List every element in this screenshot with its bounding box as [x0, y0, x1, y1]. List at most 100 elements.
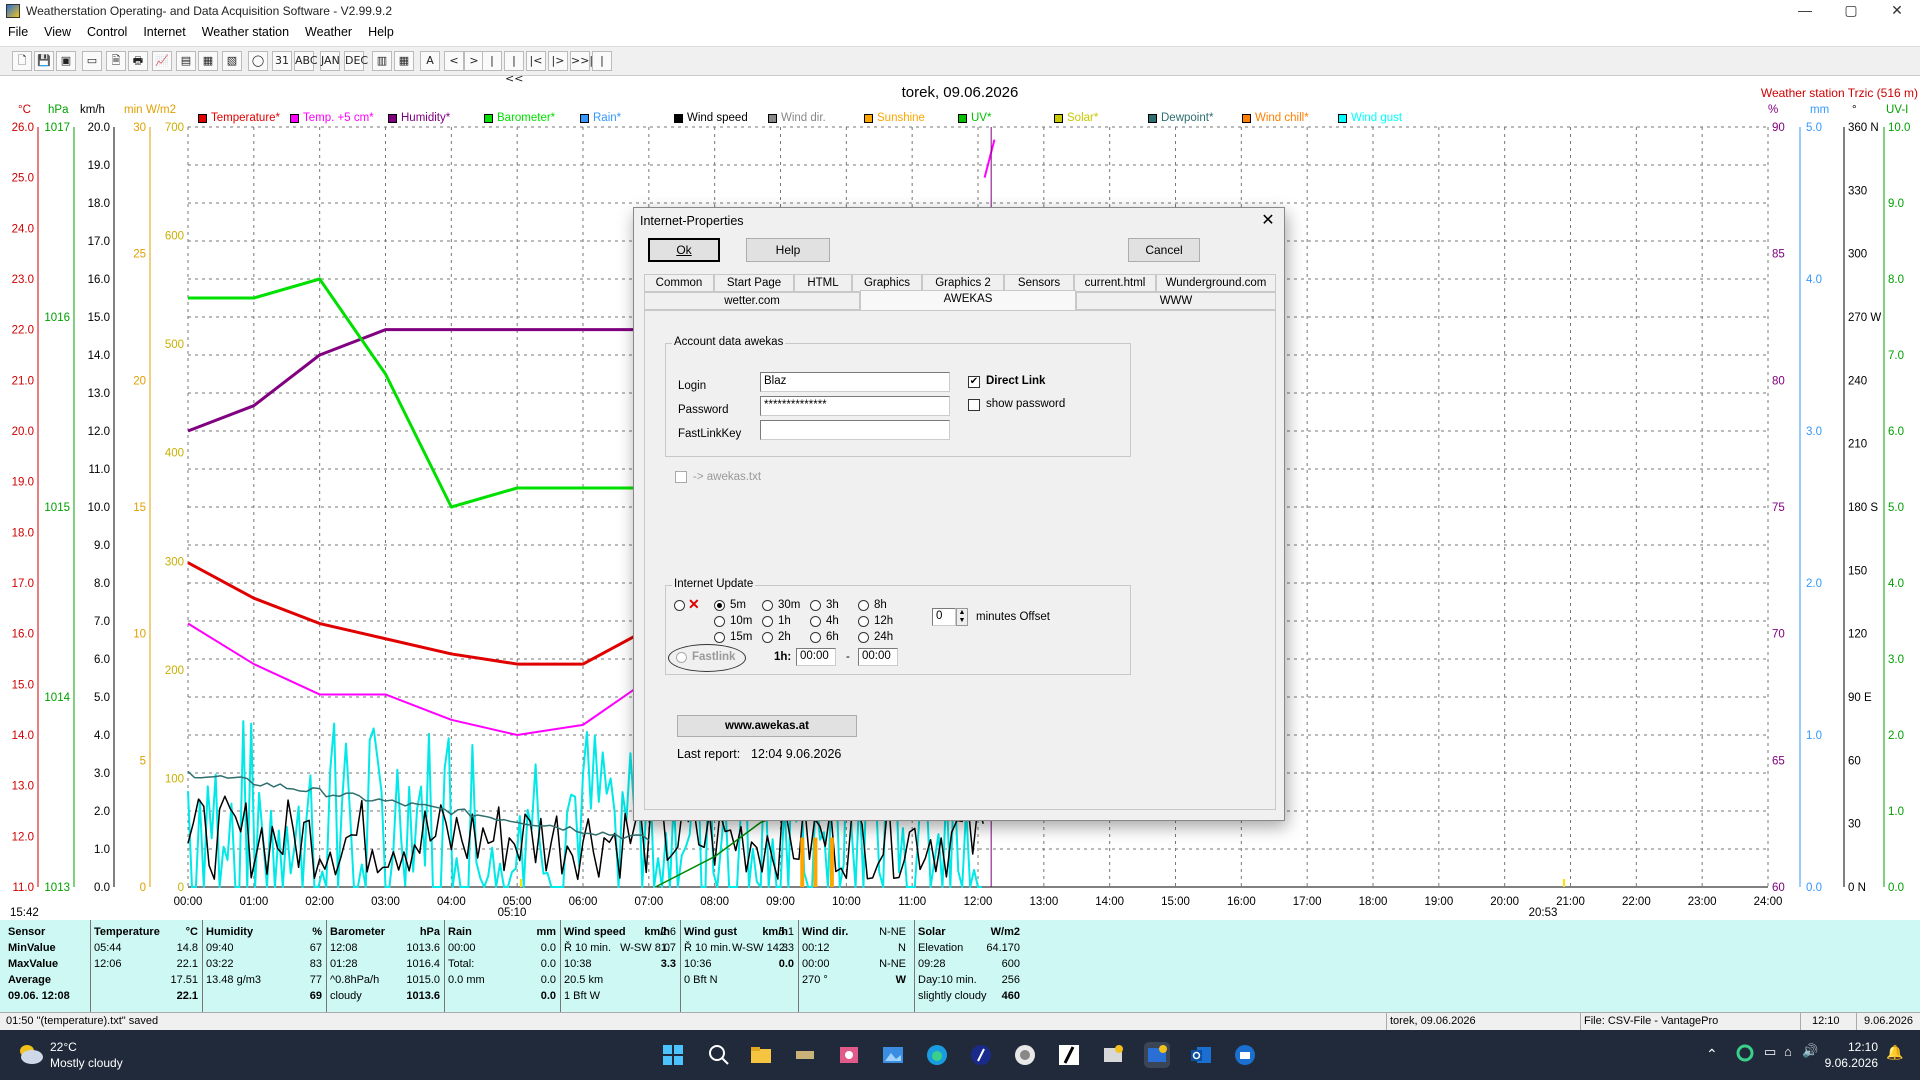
clock-date[interactable]: 9.06.2026 — [1818, 1056, 1878, 1070]
toolbar-new-icon[interactable]: 🗋 — [12, 51, 32, 71]
fastlink-radio[interactable] — [676, 652, 687, 663]
toolbar-print-icon[interactable]: 🖶 — [128, 51, 148, 71]
app-blue-icon[interactable] — [968, 1042, 994, 1068]
interval-1h-radio[interactable] — [762, 616, 773, 627]
toolbar-prev-icon[interactable]: < — [444, 51, 464, 71]
interval-3h-radio[interactable] — [810, 600, 821, 611]
minimize-button[interactable]: — — [1782, 0, 1828, 22]
help-button[interactable]: Help — [746, 238, 830, 262]
menu-weather-station[interactable]: Weather station — [194, 22, 297, 42]
toolbar-table-4-icon[interactable]: ▥ — [372, 51, 392, 71]
menu-file[interactable]: File — [0, 22, 36, 42]
interval-4h-radio[interactable] — [810, 616, 821, 627]
login-field[interactable]: Blaz — [760, 372, 950, 392]
photos-icon[interactable] — [880, 1042, 906, 1068]
menu-weather[interactable]: Weather — [297, 22, 360, 42]
tab-wunderground[interactable]: Wunderground.com — [1156, 274, 1276, 292]
toolbar-bar-2-icon[interactable]: | — [592, 51, 612, 71]
no-update-radio[interactable] — [674, 600, 685, 611]
toolbar-forward-icon[interactable]: |> — [548, 51, 568, 71]
interval-12h-radio[interactable] — [858, 616, 869, 627]
tab-www[interactable]: WWW — [1076, 292, 1276, 310]
display-icon[interactable]: ▭ — [1764, 1044, 1776, 1060]
clock-time[interactable]: 12:10 — [1834, 1040, 1878, 1054]
toolbar-table-1-icon[interactable]: ▤ — [176, 51, 196, 71]
ok-button[interactable]: Ok — [648, 238, 720, 262]
password-field[interactable]: ************** — [760, 396, 950, 416]
tab-current-html[interactable]: current.html — [1074, 274, 1156, 292]
photo-app-icon[interactable] — [836, 1042, 862, 1068]
toolbar-page-icon[interactable]: 🗎 — [106, 51, 126, 71]
toolbar-first-icon[interactable]: |<< — [504, 51, 524, 85]
interval-30m-radio[interactable] — [762, 600, 773, 611]
minutes-offset-input[interactable]: 0 — [932, 608, 956, 626]
toolbar-next-icon[interactable]: > — [464, 51, 484, 71]
toolbar-circle-icon[interactable]: ◯ — [248, 51, 268, 71]
toolbar-save-icon[interactable]: 💾 — [34, 51, 54, 71]
weatherstation-task-icon[interactable] — [1144, 1042, 1170, 1068]
app-weather-icon[interactable] — [1100, 1042, 1126, 1068]
time-from-input[interactable]: 00:00 — [796, 648, 836, 666]
interval-2h-radio[interactable] — [762, 632, 773, 643]
dialog-close-icon[interactable]: ✕ — [1258, 210, 1278, 230]
toolbar-table-3-icon[interactable]: ▧ — [222, 51, 242, 71]
file-explorer-icon[interactable] — [748, 1042, 774, 1068]
toolbar-properties-icon[interactable]: ▭ — [82, 51, 102, 71]
show-password-checkbox[interactable] — [968, 399, 980, 411]
start-icon[interactable] — [660, 1042, 686, 1068]
toolbar-table-5-icon[interactable]: ▦ — [394, 51, 414, 71]
tab-wetter-com[interactable]: wetter.com — [644, 292, 860, 310]
toolbar-back-icon[interactable]: |< — [526, 51, 546, 71]
menu-help[interactable]: Help — [360, 22, 402, 42]
outlook-icon[interactable] — [1188, 1042, 1214, 1068]
toolbar-day-31-icon[interactable]: 31 — [272, 51, 292, 71]
app-globe-icon[interactable] — [1012, 1042, 1038, 1068]
sync-icon[interactable] — [1736, 1044, 1754, 1065]
app-mail-icon[interactable] — [1232, 1042, 1258, 1068]
interval-24h-radio[interactable] — [858, 632, 869, 643]
weather-icon[interactable] — [16, 1042, 44, 1066]
interval-8h-radio[interactable] — [858, 600, 869, 611]
toolbar-save-all-icon[interactable]: ▣ — [56, 51, 76, 71]
x-tick: 19:00 — [1424, 896, 1453, 908]
toolbar-table-2-icon[interactable]: ▦ — [198, 51, 218, 71]
interval-15m-radio[interactable] — [714, 632, 725, 643]
notification-bell-icon[interactable]: 🔔 — [1886, 1044, 1903, 1061]
app-bridge-icon[interactable] — [792, 1042, 818, 1068]
tab-common[interactable]: Common — [644, 274, 714, 292]
menu-internet[interactable]: Internet — [135, 22, 193, 42]
interval-5m-radio[interactable] — [714, 600, 725, 611]
toolbar-abc-icon[interactable]: ABC — [294, 51, 318, 71]
toolbar-bar-icon[interactable]: | — [482, 51, 502, 71]
time-to-input[interactable]: 00:00 — [858, 648, 898, 666]
toolbar-graph-icon[interactable]: 📈 — [152, 51, 172, 71]
offset-spinner[interactable]: ▲ ▼ — [956, 608, 968, 626]
awekas-website-button[interactable]: www.awekas.at — [677, 715, 857, 737]
interval-10m-radio[interactable] — [714, 616, 725, 627]
toolbar-dec-icon[interactable]: DEC — [344, 51, 368, 71]
network-icon[interactable]: ⌂ — [1784, 1044, 1792, 1059]
menu-view[interactable]: View — [36, 22, 79, 42]
stats-panel: Sensor MinValue MaxValue Average 09.06. 12:0… — [0, 920, 1920, 1012]
fastlinkkey-field[interactable] — [760, 420, 950, 440]
toolbar-font-a-icon[interactable]: A — [420, 51, 440, 71]
search-icon[interactable] — [706, 1042, 732, 1068]
close-button[interactable]: ✕ — [1874, 0, 1920, 22]
toolbar-last-icon[interactable]: >>| — [570, 51, 593, 71]
app-slash-icon[interactable] — [1056, 1042, 1082, 1068]
tab-start-page[interactable]: Start Page — [714, 274, 794, 292]
speaker-icon[interactable]: 🔊 — [1802, 1043, 1818, 1059]
tab-awekas[interactable]: AWEKAS — [860, 290, 1076, 311]
toolbar-jan-icon[interactable]: JAN — [320, 51, 340, 71]
chevron-up-icon[interactable]: ⌃ — [1706, 1046, 1718, 1063]
edge-icon[interactable] — [924, 1042, 950, 1068]
awekas-txt-checkbox[interactable] — [675, 471, 687, 483]
kmh-tick: 15.0 — [88, 312, 110, 324]
maximize-button[interactable]: ▢ — [1828, 0, 1874, 22]
menu-control[interactable]: Control — [79, 22, 135, 42]
interval-6h-radio[interactable] — [810, 632, 821, 643]
menu-bar: File View Control Internet Weather stati… — [0, 22, 1920, 42]
direct-link-checkbox[interactable]: ✔ — [968, 376, 980, 388]
cancel-button[interactable]: Cancel — [1128, 238, 1200, 262]
tab-html[interactable]: HTML — [794, 274, 852, 292]
